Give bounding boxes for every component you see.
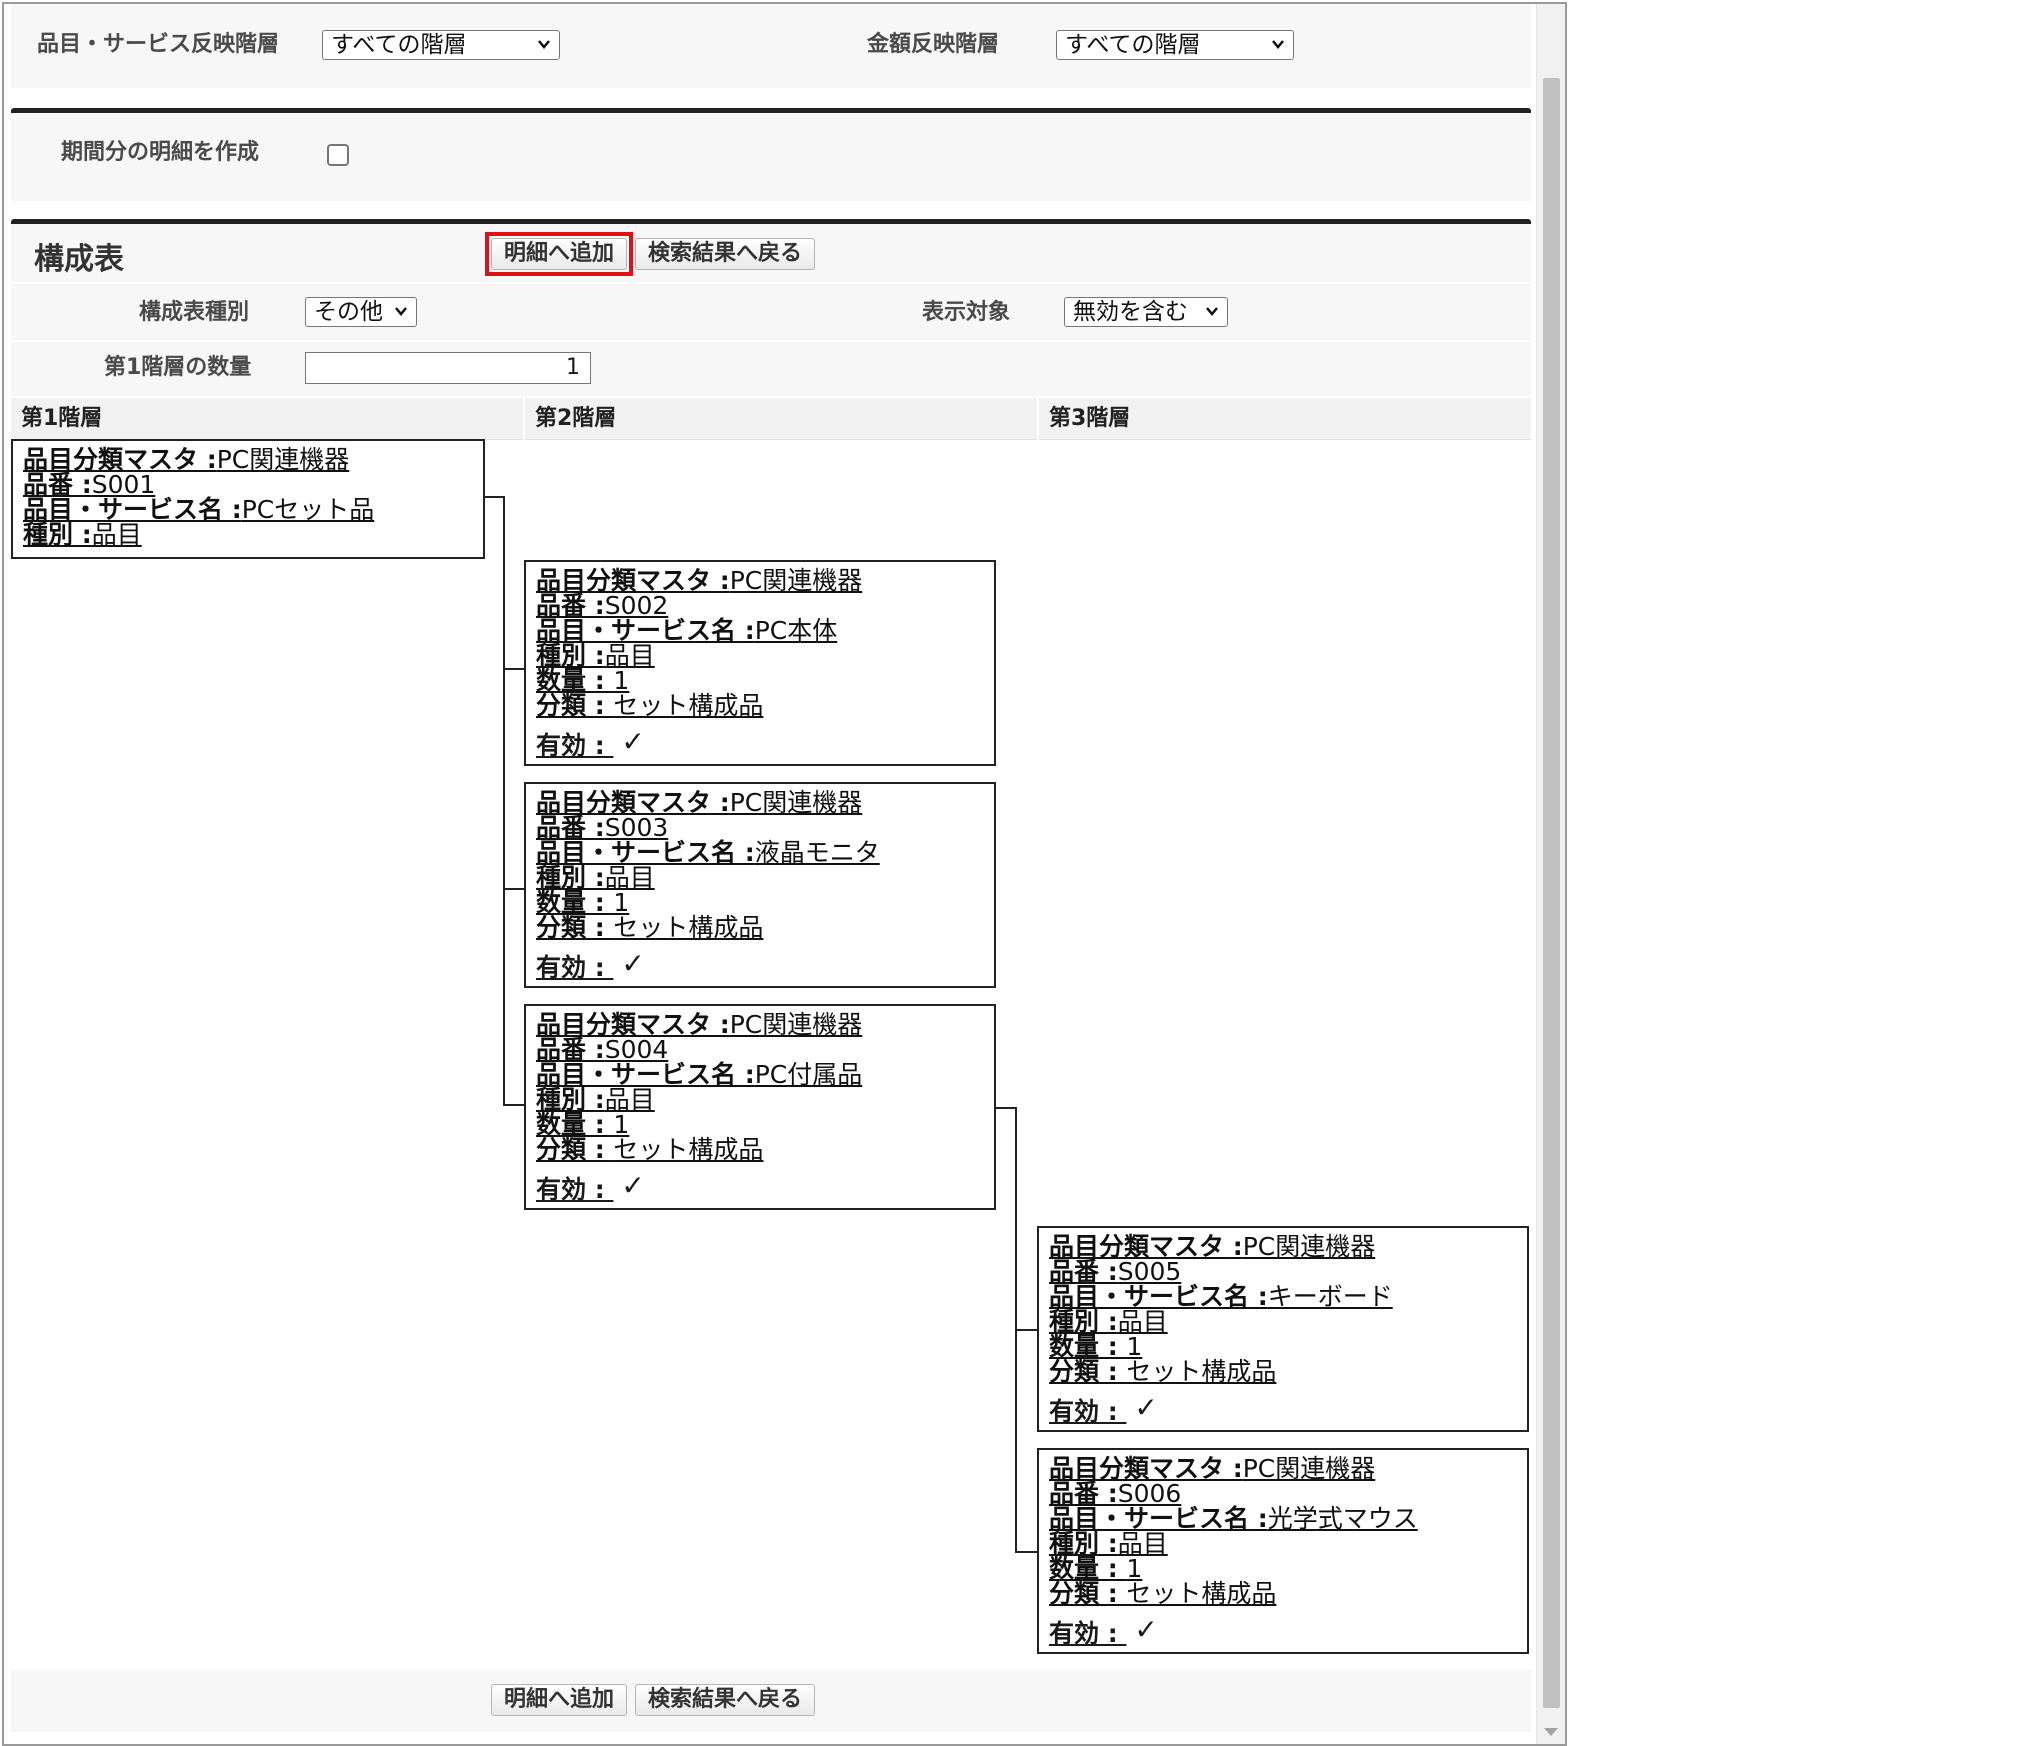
footer-back-to-results-button[interactable]: 検索結果へ戻る xyxy=(635,1684,815,1716)
footer-add-to-details-button[interactable]: 明細へ追加 xyxy=(491,1684,627,1716)
tree-node-s003[interactable]: 品目分類マスタ :PC関連機器 品番 :S003 品目・サービス名 :液晶モニタ… xyxy=(524,782,996,988)
check-icon: ✓ xyxy=(1134,1391,1158,1424)
check-icon: ✓ xyxy=(621,725,645,758)
browser-frame: 品目・サービス反映階層 すべての階層 金額反映階層 すべての階層 期間分の明細を… xyxy=(2,2,1567,1746)
scrollbar-thumb[interactable] xyxy=(1543,78,1560,1708)
tree-node-s006[interactable]: 品目分類マスタ :PC関連機器 品番 :S006 品目・サービス名 :光学式マウ… xyxy=(1037,1448,1529,1654)
tree-node-s004[interactable]: 品目分類マスタ :PC関連機器 品番 :S004 品目・サービス名 :PC付属品… xyxy=(524,1004,996,1210)
vertical-scrollbar[interactable] xyxy=(1536,4,1565,1744)
scroll-down-arrow-icon[interactable] xyxy=(1544,1728,1558,1736)
tree-node-s001[interactable]: 品目分類マスタ :PC関連機器 品番 :S001 品目・サービス名 :PCセット… xyxy=(11,439,485,559)
check-icon: ✓ xyxy=(1134,1613,1158,1646)
tree-node-s005[interactable]: 品目分類マスタ :PC関連機器 品番 :S005 品目・サービス名 :キーボード… xyxy=(1037,1226,1529,1432)
tree-node-s002[interactable]: 品目分類マスタ :PC関連機器 品番 :S002 品目・サービス名 :PC本体 … xyxy=(524,560,996,766)
check-icon: ✓ xyxy=(621,1169,645,1202)
check-icon: ✓ xyxy=(621,947,645,980)
